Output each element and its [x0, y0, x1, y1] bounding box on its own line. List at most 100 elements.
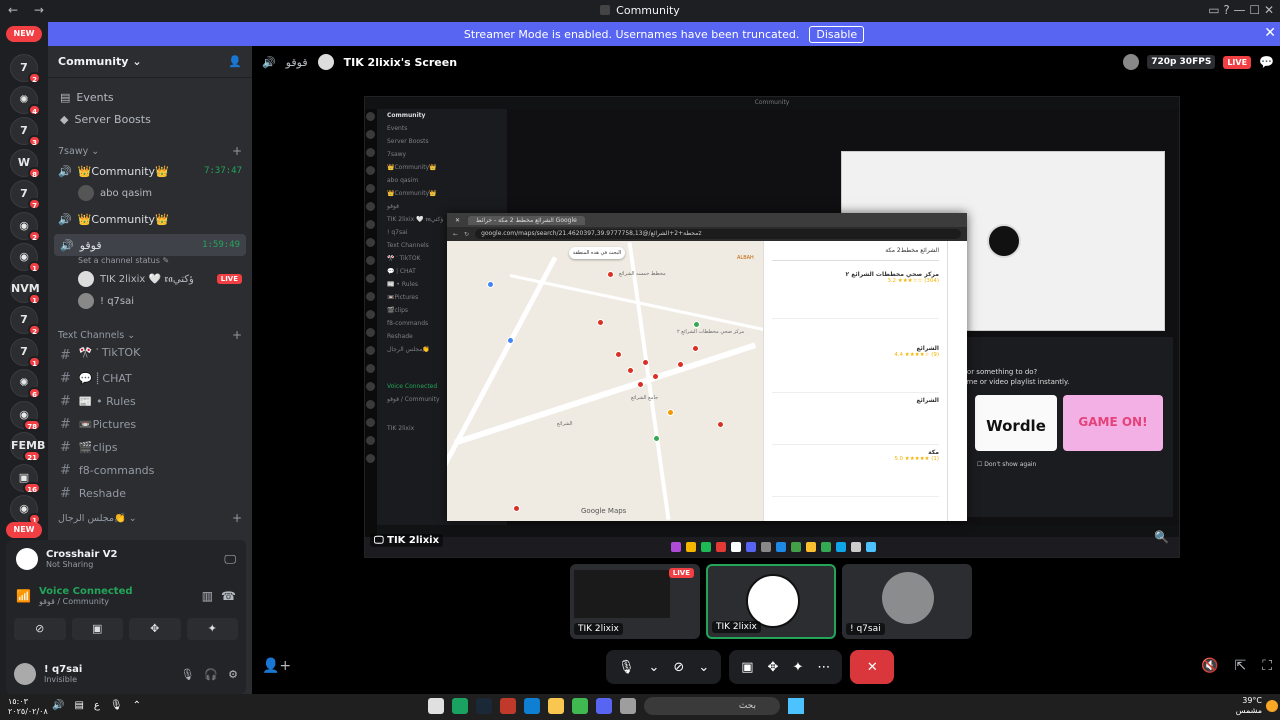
taskbar-search[interactable]: بحث: [644, 697, 780, 715]
app-icon[interactable]: [500, 698, 516, 714]
volume-icon[interactable]: 🔊: [52, 700, 64, 711]
app-icon[interactable]: [620, 698, 636, 714]
window-controls[interactable]: ▭ ? — ☐ ✕: [1208, 3, 1274, 17]
gear-icon[interactable]: ⚙: [228, 668, 238, 681]
text-channel[interactable]: # 🎬clips: [48, 436, 252, 459]
server-icon[interactable]: W8: [10, 148, 41, 179]
screen-share-button[interactable]: ▣: [71, 618, 123, 640]
mic-icon[interactable]: 🎙: [618, 660, 635, 675]
camera-off-icon[interactable]: ⊘: [673, 660, 684, 675]
category-more[interactable]: مجلس الرجال👏 ⌄ +: [48, 509, 252, 527]
text-channel[interactable]: # 📰 • Rules: [48, 390, 252, 413]
voice-user[interactable]: TIK 2lixix 🤍 𝖗𝖆ؤكتي LIVE: [48, 268, 252, 290]
server-icon[interactable]: 72: [10, 54, 41, 84]
channel-status[interactable]: Set a channel status ✎: [48, 256, 252, 268]
text-channel[interactable]: # 🎌 ་ TikTOK: [48, 344, 252, 367]
chevron-down-icon[interactable]: ⌄: [698, 660, 709, 675]
participant-tile-speaking[interactable]: TIK 2lixix: [706, 564, 836, 639]
activities-icon[interactable]: ✥: [768, 660, 779, 675]
stage-status: 720p 30FPS LIVE 💬: [1123, 54, 1274, 70]
invite-icon[interactable]: 👤+: [262, 658, 291, 674]
server-icon[interactable]: ▣ 16: [10, 463, 41, 494]
popout-icon[interactable]: ⇱: [1234, 658, 1246, 674]
chevron-up-icon[interactable]: ⌃: [133, 700, 141, 711]
camera-off-button[interactable]: ⊘: [14, 618, 66, 640]
close-icon[interactable]: ✕: [1264, 25, 1276, 41]
mic-icon[interactable]: 🎙: [180, 668, 194, 681]
mic-icon[interactable]: 🎙: [110, 700, 123, 711]
voice-channel-2[interactable]: 🔊 👑Community👑: [48, 208, 252, 230]
chevron-down-icon[interactable]: ⌄: [649, 660, 660, 675]
add-channel-icon[interactable]: +: [232, 511, 242, 525]
server-icon[interactable]: ◉ 78: [10, 400, 41, 431]
app-icon[interactable]: [572, 698, 588, 714]
discord-icon[interactable]: [596, 698, 612, 714]
text-channel[interactable]: # 📼Pictures: [48, 413, 252, 436]
activity-controls[interactable]: ▣ ✥ ✦ ⋯: [729, 650, 843, 684]
disconnect-icon[interactable]: ☎: [221, 589, 236, 603]
add-channel-icon[interactable]: +: [232, 328, 242, 342]
wifi-icon[interactable]: ▤: [74, 700, 83, 711]
mic-control[interactable]: 🎙 ⌄ ⊘ ⌄: [606, 650, 722, 684]
add-channel-icon[interactable]: +: [232, 144, 242, 158]
weather[interactable]: 39°C مشمس: [1236, 696, 1262, 716]
windows-icon[interactable]: [788, 698, 804, 714]
server-icon[interactable]: FEMB 21: [10, 432, 45, 462]
more-icon[interactable]: ⋯: [817, 660, 830, 675]
screen-share-icon[interactable]: ▣: [741, 660, 753, 675]
server-icon[interactable]: 77: [10, 180, 41, 210]
menu-events[interactable]: ▤ Events: [48, 86, 252, 108]
text-channel[interactable]: # f8-commands: [48, 459, 252, 482]
soundboard-icon[interactable]: ✦: [792, 660, 803, 675]
voice-channel-1[interactable]: 🔊 👑Community👑 7:37:47: [48, 160, 252, 182]
voice-user[interactable]: abo qasim: [48, 182, 252, 204]
viewer-avatar[interactable]: [1123, 54, 1140, 70]
server-header[interactable]: Community ⌄ 👤: [48, 46, 252, 78]
app-icon[interactable]: [452, 698, 468, 714]
chat-icon[interactable]: 💬: [1259, 55, 1274, 69]
server-icon[interactable]: ◉ 1: [10, 495, 41, 525]
headphones-icon[interactable]: 🎧: [204, 668, 218, 681]
server-icon[interactable]: 72: [10, 306, 41, 336]
voice-channel-3[interactable]: 🔊 قوقو 1:59:49: [54, 234, 246, 256]
server-icon[interactable]: ◉ 1: [10, 243, 41, 273]
noise-suppression-icon[interactable]: ▥: [202, 589, 213, 603]
signal-icon[interactable]: 📶: [16, 589, 31, 603]
server-icon[interactable]: 73: [10, 117, 41, 147]
disable-button[interactable]: Disable: [809, 25, 865, 43]
menu-server-boosts[interactable]: ◆ Server Boosts: [48, 108, 252, 130]
hash-icon: #: [60, 486, 71, 501]
server-icon[interactable]: NVM 1: [10, 274, 41, 305]
steam-icon[interactable]: [476, 698, 492, 714]
clock[interactable]: ١٥:٠٣ ٢٠٢٥/٠٢/٠٨: [8, 697, 48, 717]
folder-icon[interactable]: [548, 698, 564, 714]
voice-connection-row: 📶 Voice Connected قوقو / Community ▥ ☎: [6, 578, 246, 614]
system-tray: 🔊 ▤ ع 🎙 ⌃: [52, 700, 141, 711]
keyboard-lang[interactable]: ع: [94, 700, 100, 711]
soundboard-button[interactable]: ✦: [186, 618, 238, 640]
result-title: مركز صحي مخططات الشرائع ٢: [845, 271, 939, 278]
fullscreen-icon[interactable]: ⛶: [1262, 658, 1272, 674]
server-icon[interactable]: ✺ 4: [10, 85, 41, 116]
avatar[interactable]: [14, 663, 36, 685]
activities-button[interactable]: ✥: [129, 618, 181, 640]
volume-icon[interactable]: 🔇: [1201, 658, 1218, 674]
shared-screen[interactable]: Community Community Events Server Boosts…: [364, 96, 1180, 558]
edge-icon[interactable]: [524, 698, 540, 714]
server-icon[interactable]: 71: [10, 337, 41, 368]
zoom-icon[interactable]: 🔍: [1154, 530, 1169, 544]
voice-user[interactable]: ! q7sai: [48, 290, 252, 312]
category-voice[interactable]: 7sawy ⌄ +: [48, 142, 252, 160]
text-channel[interactable]: # Reshade: [48, 482, 252, 505]
app-icon[interactable]: [428, 698, 444, 714]
server-icon[interactable]: ◉ 2: [10, 211, 41, 242]
participant-tile[interactable]: ! q7sai: [842, 564, 972, 639]
text-channel[interactable]: # 💬 ⸽ CHAT: [48, 367, 252, 390]
speaker-icon: 🔊: [58, 164, 72, 178]
add-member-icon[interactable]: 👤: [228, 55, 242, 68]
share-screen-icon[interactable]: 🖵: [224, 552, 236, 567]
voice-connected-channel: قوقو / Community: [38, 597, 109, 606]
participant-tile-stream[interactable]: LIVE TIK 2lixix: [570, 564, 700, 639]
server-icon[interactable]: ✺ 6: [10, 369, 41, 399]
end-stream-button[interactable]: ✕: [850, 650, 895, 684]
